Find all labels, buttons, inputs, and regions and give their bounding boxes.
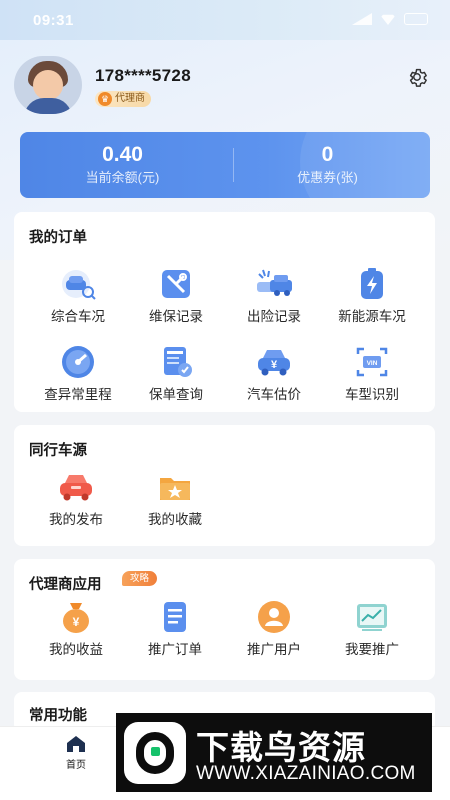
agent-apps-title: 代理商应用 [29, 577, 102, 593]
car-publish-icon [56, 469, 96, 505]
svg-text:¥: ¥ [271, 359, 278, 371]
my-orders-card: 我的订单 综合车况 维保记录 出险记录 新能源车况 查异常里程 保单查询 ¥ 汽… [14, 212, 435, 412]
coupon-value: 0 [321, 143, 334, 166]
order-item-policy-query[interactable]: 保单查询 [126, 344, 226, 404]
agent-item-label: 推广订单 [148, 642, 202, 657]
settings-gear-icon[interactable] [406, 66, 428, 88]
order-item-maintenance-records[interactable]: 维保记录 [126, 266, 226, 326]
folder-star-icon [155, 469, 195, 505]
document-list-icon [155, 599, 195, 635]
chart-trend-icon [352, 599, 392, 635]
watermark-logo-icon [124, 722, 186, 784]
watermark-banner: 下载鸟资源 WWW.XIAZAINIAO.COM [116, 713, 432, 792]
order-item-label: 保单查询 [149, 387, 203, 402]
home-icon [65, 735, 87, 753]
agent-item-promote[interactable]: 我要推广 [322, 599, 422, 659]
nav-home-label: 首页 [66, 760, 86, 771]
user-icon [254, 599, 294, 635]
peer-sources-title: 同行车源 [29, 443, 87, 459]
order-item-model-recognition[interactable]: VIN 车型识别 [322, 344, 422, 404]
order-item-car-valuation[interactable]: ¥ 汽车估价 [224, 344, 324, 404]
balance-label: 当前余额(元) [85, 170, 160, 185]
agent-badge-label: 代理商 [115, 93, 145, 104]
agent-item-label: 我的收益 [49, 642, 103, 657]
avatar[interactable] [14, 56, 82, 114]
order-item-accident-records[interactable]: 出险记录 [224, 266, 324, 326]
strategy-tag[interactable]: 攻略 [122, 571, 158, 586]
car-accident-icon [254, 266, 294, 302]
balance-card: 0.40 当前余额(元) 0 优惠券(张) [20, 132, 430, 198]
order-item-label: 维保记录 [149, 309, 203, 324]
peer-item-my-posts[interactable]: 我的发布 [26, 469, 126, 529]
status-time: 09:31 [33, 12, 74, 29]
svg-text:VIN: VIN [367, 360, 378, 367]
profile-header: 178****5728 ♛ 代理商 [14, 56, 436, 116]
order-item-new-energy[interactable]: 新能源车况 [322, 266, 422, 326]
order-item-label: 出险记录 [247, 309, 301, 324]
phone-number: 178****5728 [95, 66, 191, 85]
agent-apps-card: 代理商应用 攻略 ¥ 我的收益 推广订单 推广用户 我要推广 [14, 559, 435, 680]
order-item-label: 查异常里程 [44, 387, 112, 402]
order-item-overall-condition[interactable]: 综合车况 [28, 266, 128, 326]
order-item-abnormal-mileage[interactable]: 查异常里程 [28, 344, 128, 404]
order-item-label: 车型识别 [345, 387, 399, 402]
battery-icon [352, 266, 392, 302]
speedometer-icon [58, 344, 98, 380]
money-bag-icon: ¥ [56, 599, 96, 635]
order-item-label: 新能源车况 [338, 309, 406, 324]
maintenance-tools-icon [156, 266, 196, 302]
signal-icon [352, 13, 372, 25]
peer-sources-card: 同行车源 我的发布 我的收藏 [14, 425, 435, 546]
nav-home[interactable]: 首页 [56, 735, 96, 771]
vin-scan-icon: VIN [352, 344, 392, 380]
battery-status-icon [404, 13, 428, 25]
coupon-label: 优惠券(张) [297, 170, 358, 185]
wifi-icon [380, 14, 396, 25]
agent-item-my-earnings[interactable]: ¥ 我的收益 [26, 599, 126, 659]
peer-item-label: 我的发布 [49, 512, 103, 527]
status-icons [352, 13, 428, 25]
agent-item-label: 我要推广 [345, 642, 399, 657]
peer-item-my-favorites[interactable]: 我的收藏 [125, 469, 225, 529]
peer-item-label: 我的收藏 [148, 512, 202, 527]
balance-section[interactable]: 0.40 当前余额(元) [20, 142, 225, 188]
car-check-icon [58, 266, 98, 302]
order-item-label: 汽车估价 [247, 387, 301, 402]
crown-icon: ♛ [98, 92, 112, 106]
coupon-section[interactable]: 0 优惠券(张) [225, 142, 430, 188]
insurance-policy-icon [156, 344, 196, 380]
order-item-label: 综合车况 [51, 309, 105, 324]
car-price-icon: ¥ [254, 344, 294, 380]
agent-item-promo-orders[interactable]: 推广订单 [125, 599, 225, 659]
agent-item-promo-users[interactable]: 推广用户 [224, 599, 324, 659]
watermark-title: 下载鸟资源 [196, 729, 366, 766]
status-bar: 09:31 [0, 0, 450, 40]
common-functions-title: 常用功能 [29, 708, 87, 724]
svg-text:¥: ¥ [73, 615, 80, 629]
agent-item-label: 推广用户 [247, 642, 301, 657]
watermark-url: WWW.XIAZAINIAO.COM [196, 763, 416, 784]
balance-value: 0.40 [102, 143, 143, 166]
agent-badge: ♛ 代理商 [95, 91, 151, 107]
my-orders-title: 我的订单 [29, 230, 87, 246]
